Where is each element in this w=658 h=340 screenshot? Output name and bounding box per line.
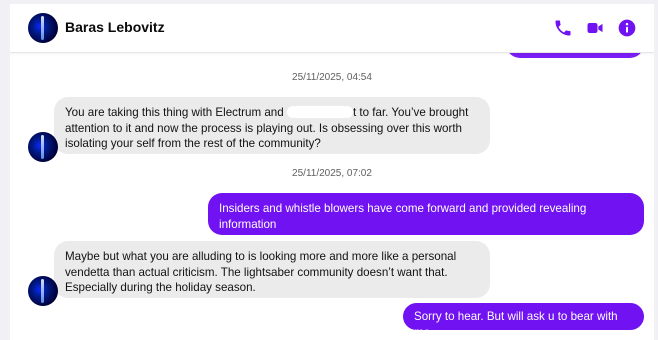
message-thread[interactable]: 25/11/2025, 04:54 You are taking this th… <box>10 4 654 340</box>
message-timestamp: 25/11/2025, 07:02 <box>292 168 372 179</box>
outgoing-message: Insiders and whistle blowers have come f… <box>208 193 644 235</box>
video-camera-icon[interactable] <box>585 18 605 38</box>
outgoing-message: Sorry to hear. But will ask u to bear wi… <box>403 303 644 339</box>
info-icon[interactable] <box>617 18 637 38</box>
message-timestamp: 25/11/2025, 04:54 <box>292 72 372 83</box>
phone-icon[interactable] <box>553 18 573 38</box>
chat-header: Baras Lebovitz <box>10 4 654 53</box>
sender-avatar[interactable] <box>28 132 58 162</box>
incoming-message: You are taking this thing with Electrum … <box>54 97 490 154</box>
chat-window: 25/11/2025, 04:54 You are taking this th… <box>10 4 654 340</box>
sender-avatar[interactable] <box>28 276 58 306</box>
redaction-mark <box>286 106 353 118</box>
contact-avatar[interactable] <box>28 13 58 43</box>
contact-name[interactable]: Baras Lebovitz <box>65 19 165 35</box>
incoming-message: Maybe but what you are alluding to is lo… <box>54 241 490 298</box>
